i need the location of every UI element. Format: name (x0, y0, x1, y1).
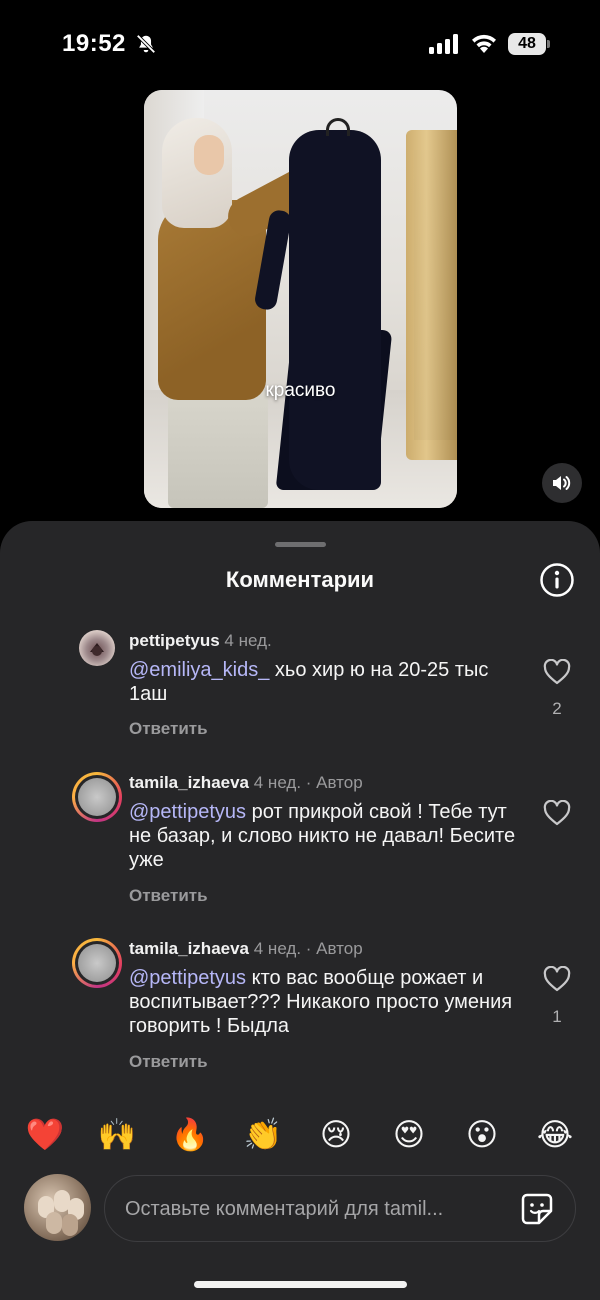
comment-time: 4 нед. (253, 773, 302, 792)
comment-text: @emiliya_kids_ хьо хир ю на 20-25 тыс 1а… (129, 659, 489, 705)
comment-mention[interactable]: @pettipetyus (129, 801, 246, 823)
status-bar: 19:52 48 (0, 0, 600, 90)
emoji-clapping[interactable]: 👏 (243, 1115, 283, 1155)
comment-mention[interactable]: @emiliya_kids_ (129, 659, 269, 681)
battery-icon: 48 (508, 33, 550, 55)
comment-text: @pettipetyus рот прикрой свой ! Тебе тут… (129, 801, 516, 871)
signal-icon (429, 34, 458, 54)
avatar[interactable] (79, 630, 115, 666)
sheet-title: Комментарии (225, 567, 375, 592)
avatar[interactable] (72, 938, 122, 988)
bell-slash-icon (136, 34, 156, 54)
speaker-icon (553, 476, 571, 490)
emoji-heart-eyes[interactable]: 😍 (389, 1115, 429, 1155)
comment-mention[interactable]: @pettipetyus (129, 967, 246, 989)
reply-button[interactable]: Ответить (129, 719, 208, 739)
sheet-grabber[interactable] (275, 542, 326, 547)
video-player[interactable]: красиво (144, 90, 457, 508)
emoji-crying[interactable]: 😢 (316, 1115, 356, 1155)
comment-username[interactable]: tamila_izhaeva (129, 773, 249, 792)
heart-icon[interactable] (543, 966, 571, 992)
video-person (168, 390, 268, 508)
reply-button[interactable]: Ответить (129, 886, 208, 906)
emoji-laughing[interactable]: 😂 (535, 1115, 575, 1155)
emoji-heart[interactable]: ❤️ (25, 1115, 65, 1155)
comment-time: 4 нед. (253, 939, 302, 958)
author-badge: · Автор (305, 939, 363, 958)
emoji-surprised[interactable]: 😮 (462, 1115, 502, 1155)
emoji-raised-hands[interactable]: 🙌 (97, 1115, 137, 1155)
video-dress (289, 130, 381, 490)
sticker-icon[interactable] (519, 1191, 555, 1227)
reply-button[interactable]: Ответить (129, 1052, 208, 1072)
comment-username[interactable]: tamila_izhaeva (129, 939, 249, 958)
home-indicator[interactable] (194, 1281, 407, 1288)
comment-text: @pettipetyus кто вас вообще рожает и вос… (129, 967, 513, 1037)
heart-icon[interactable] (543, 800, 571, 826)
like-count: 1 (552, 1007, 562, 1026)
sound-toggle-button[interactable] (542, 463, 582, 503)
status-time: 19:52 (62, 30, 126, 57)
video-caption: красиво (265, 380, 336, 401)
like-count: 2 (552, 699, 562, 718)
heart-icon[interactable] (543, 659, 571, 685)
comment-input[interactable]: Оставьте комментарий для tamil... (104, 1175, 576, 1242)
emoji-reactions-bar: ❤️ 🙌 🔥 👏 😢 😍 😮 😂 (0, 1107, 600, 1163)
current-user-avatar[interactable] (24, 1174, 91, 1241)
avatar[interactable] (72, 772, 122, 822)
emoji-fire[interactable]: 🔥 (170, 1115, 210, 1155)
comment-time: 4 нед. (224, 631, 272, 650)
battery-level: 48 (508, 33, 546, 55)
comment-input-placeholder: Оставьте комментарий для tamil... (125, 1198, 444, 1220)
comment-username[interactable]: pettipetyus (129, 631, 220, 650)
author-badge: · Автор (305, 773, 363, 792)
info-icon[interactable] (539, 562, 575, 598)
wifi-icon (472, 34, 496, 53)
